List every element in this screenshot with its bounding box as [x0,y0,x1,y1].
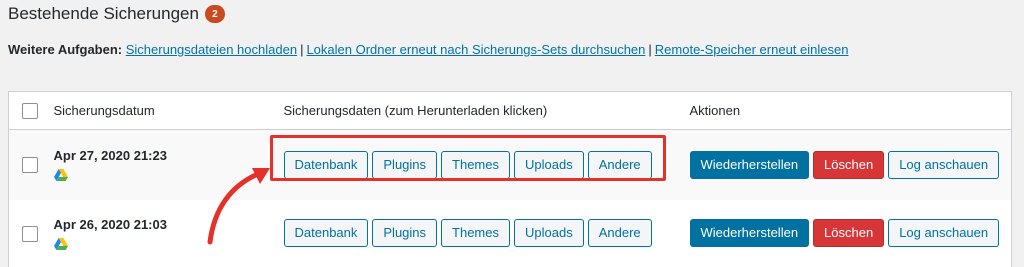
table-row: Apr 26, 2020 21:03 Datenbank Plugins Theme… [8,199,1012,267]
row-select-cell [9,200,54,267]
count-badge: 2 [204,5,225,23]
table-header-row: Sicherungsdatum Sicherungsdaten (zum Her… [8,91,1012,130]
backup-actions-cell: Wiederherstellen Löschen Log anschauen [689,130,1012,200]
backup-actions-cell: Wiederherstellen Löschen Log anschauen [689,200,1012,267]
download-database-button[interactable]: Datenbank [283,219,369,248]
row-checkbox[interactable] [22,157,38,174]
download-database-button[interactable]: Datenbank [283,150,369,179]
page-title: Bestehende Sicherungen [8,4,199,23]
google-drive-icon [53,237,68,250]
separator: | [300,42,304,57]
row-select-cell [9,130,54,200]
separator: | [648,42,652,57]
download-plugins-button[interactable]: Plugins [372,219,438,248]
view-log-button[interactable]: Log anschauen [888,150,1000,179]
backups-table: Sicherungsdatum Sicherungsdaten (zum Her… [8,91,1012,267]
select-all-cell [8,91,54,130]
download-other-button[interactable]: Andere [587,219,652,248]
backup-date: Apr 27, 2020 21:23 [53,148,167,164]
view-log-button[interactable]: Log anschauen [888,219,1000,248]
download-other-button[interactable]: Andere [587,150,652,179]
select-all-checkbox[interactable] [22,102,38,119]
download-themes-button[interactable]: Themes [441,150,510,179]
page-heading: Bestehende Sicherungen 2 [8,4,225,24]
delete-button[interactable]: Löschen [813,150,885,179]
backup-date-cell: Apr 27, 2020 21:23 [53,130,284,200]
further-tasks: Weitere Aufgaben: Sicherungsdateien hoch… [8,42,848,57]
column-header-actions: Aktionen [689,91,1012,130]
google-drive-icon [53,169,68,182]
column-header-date: Sicherungsdatum [53,91,284,130]
download-plugins-button[interactable]: Plugins [372,150,438,179]
backup-data-cell: Datenbank Plugins Themes Uploads Andere [283,130,690,200]
rescan-local-folder-link[interactable]: Lokalen Ordner erneut nach Sicherungs-Se… [306,42,645,57]
restore-button[interactable]: Wiederherstellen [689,150,810,179]
upload-backup-files-link[interactable]: Sicherungsdateien hochladen [126,42,297,57]
table-row: Apr 27, 2020 21:23 Datenbank Plugins Theme… [8,129,1012,200]
backup-date: Apr 26, 2020 21:03 [53,216,167,232]
row-checkbox[interactable] [22,225,38,242]
backup-date-cell: Apr 26, 2020 21:03 [53,200,284,267]
further-tasks-label: Weitere Aufgaben: [8,42,123,57]
column-header-data: Sicherungsdaten (zum Herunterladen klick… [283,91,690,130]
restore-button[interactable]: Wiederherstellen [689,219,810,248]
rescan-remote-storage-link[interactable]: Remote-Speicher erneut einlesen [655,42,849,57]
delete-button[interactable]: Löschen [813,219,885,248]
download-uploads-button[interactable]: Uploads [514,150,584,179]
download-uploads-button[interactable]: Uploads [514,219,584,248]
backup-data-cell: Datenbank Plugins Themes Uploads Andere [283,200,690,267]
download-themes-button[interactable]: Themes [441,219,510,248]
